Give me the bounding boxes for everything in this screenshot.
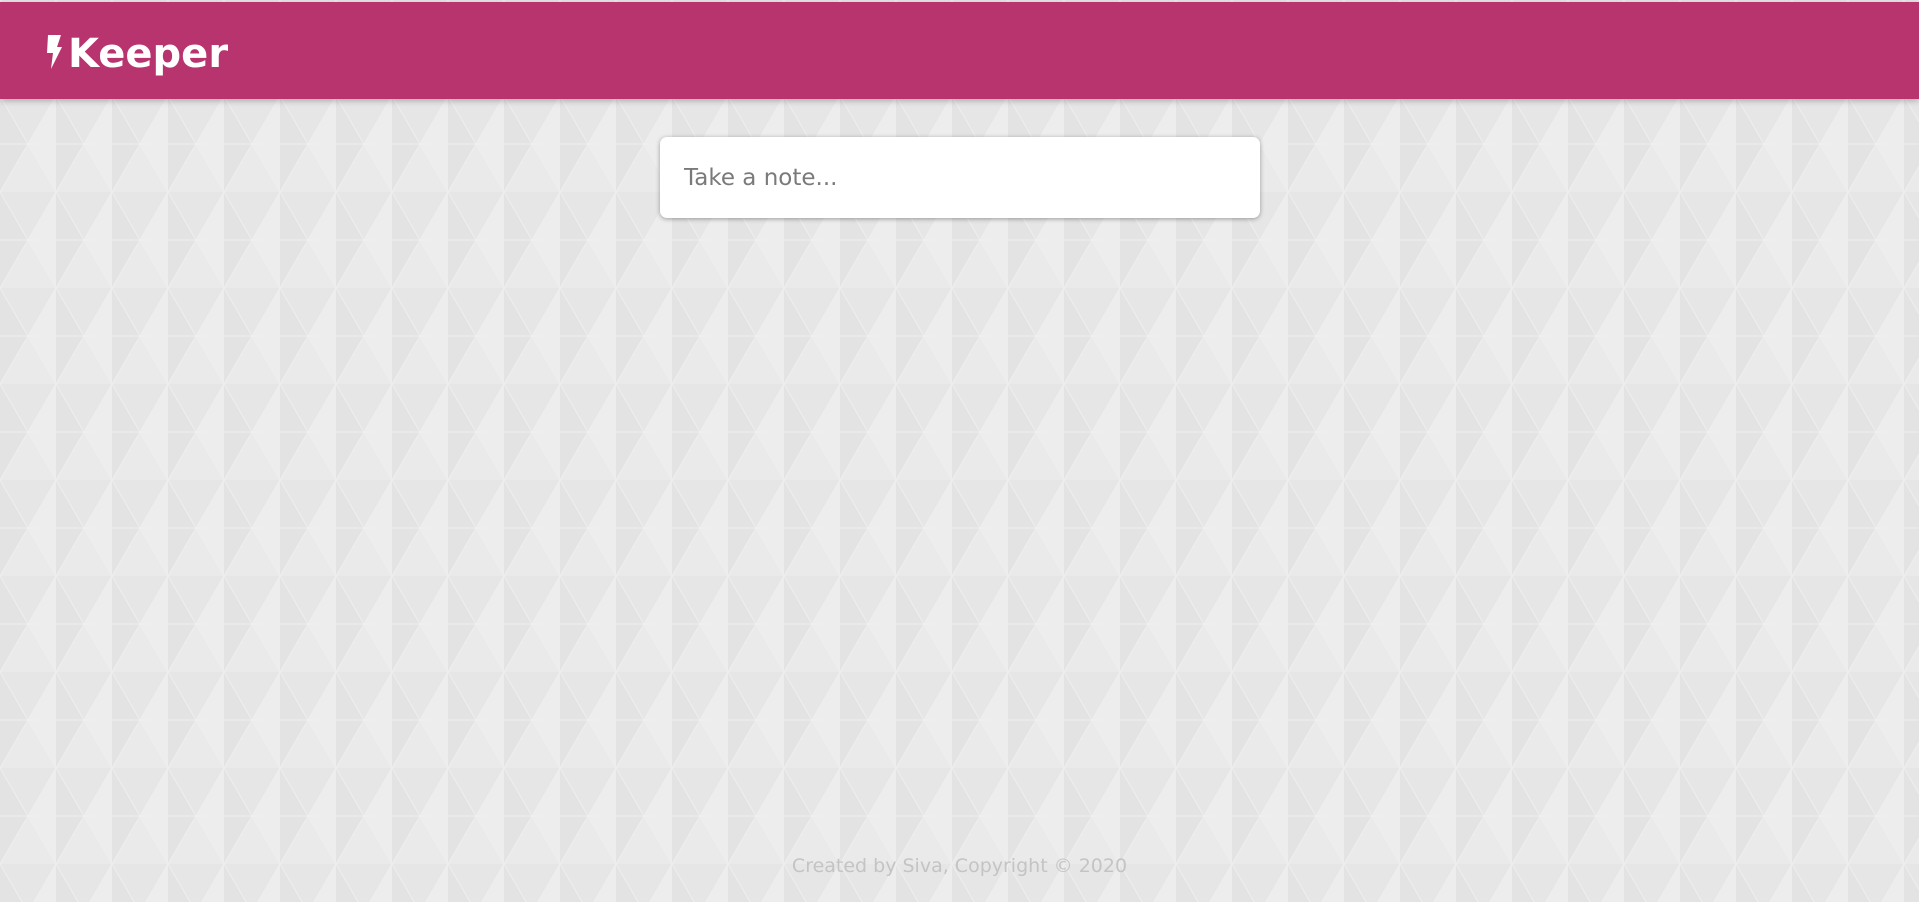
take-note-input[interactable] <box>684 164 1236 191</box>
app-header: Keeper <box>0 2 1919 99</box>
footer-copyright: Created by Siva, Copyright © 2020 <box>791 855 1128 877</box>
create-note-form <box>660 137 1260 218</box>
app-title: Keeper <box>68 31 229 77</box>
page-footer: Created by Siva, Copyright © 2020 <box>0 855 1919 877</box>
background-pattern <box>0 0 1919 902</box>
brand: Keeper <box>46 32 228 76</box>
lightning-bolt-icon <box>47 35 62 69</box>
